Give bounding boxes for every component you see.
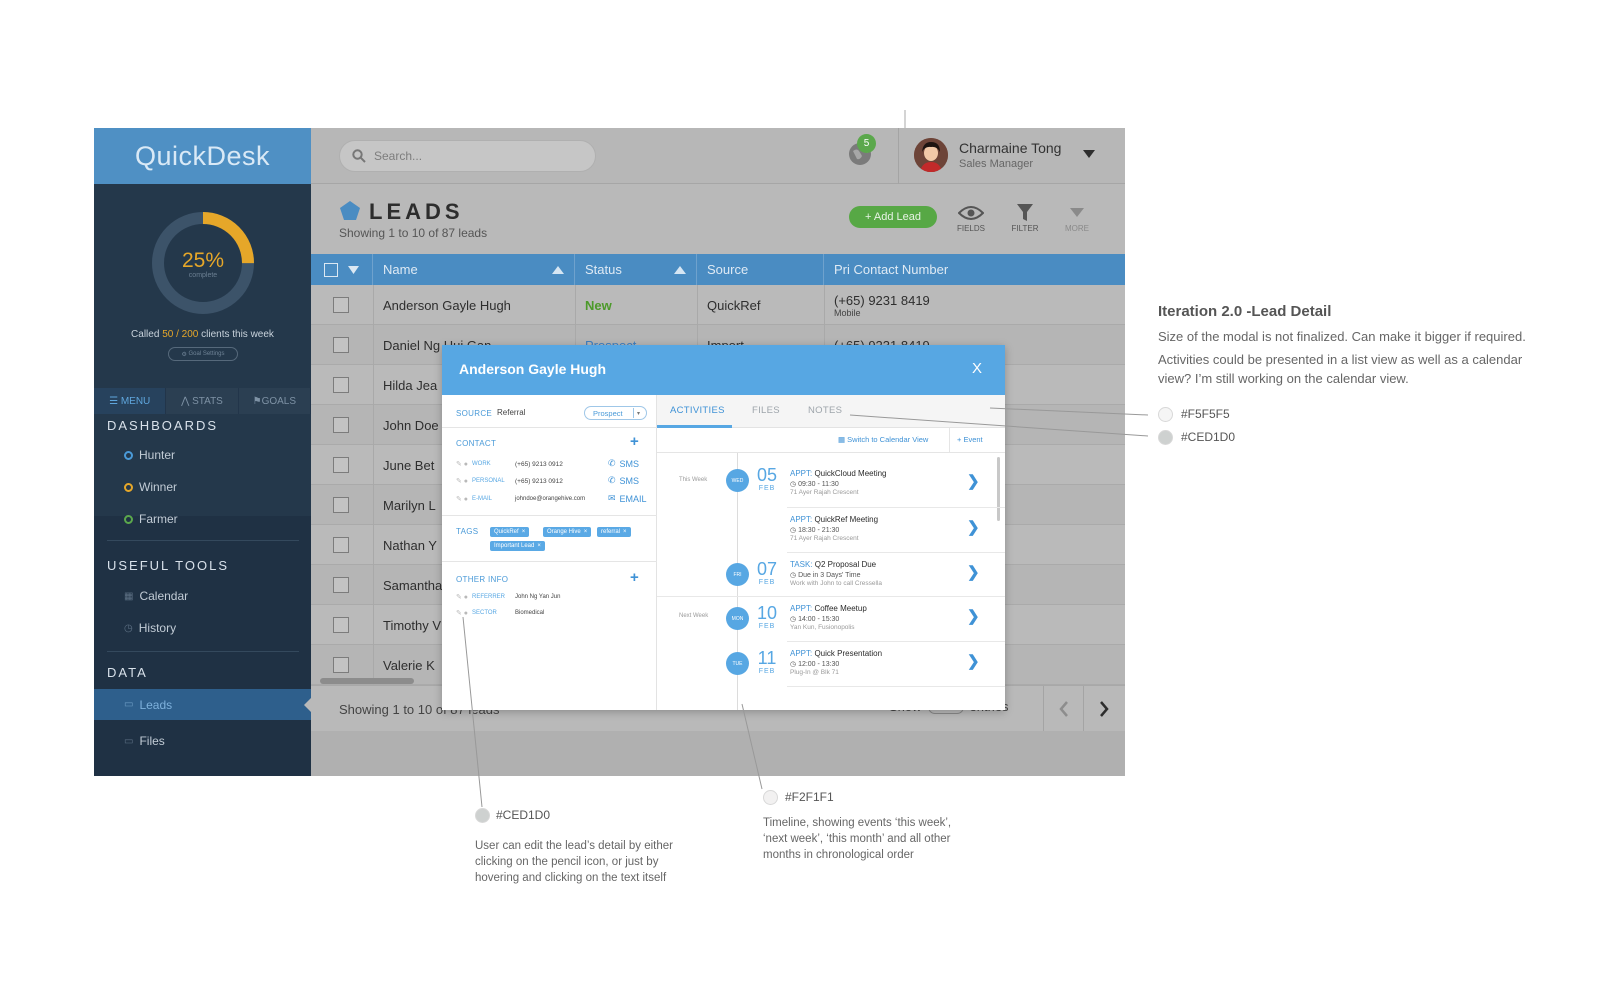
color-swatch bbox=[1158, 407, 1173, 422]
leader-line bbox=[462, 616, 483, 808]
leader-line bbox=[741, 703, 763, 790]
swatch-label: #CED1D0 bbox=[496, 808, 551, 822]
swatch-label: #F5F5F5 bbox=[1181, 407, 1230, 421]
annotation-text: view? I’m still working on the calendar … bbox=[1158, 371, 1409, 386]
color-swatch bbox=[475, 808, 490, 823]
color-swatch bbox=[1158, 430, 1173, 445]
annotation-note: User can edit the lead’s detail by eithe… bbox=[475, 840, 673, 852]
annotation-note: months in chronological order bbox=[763, 849, 914, 861]
leader-line bbox=[849, 414, 1149, 437]
annotation-note: clicking on the pencil icon, or just by bbox=[475, 856, 659, 868]
annotation-title: Iteration 2.0 -Lead Detail bbox=[1158, 303, 1332, 320]
annotation-text: Size of the modal is not finalized. Can … bbox=[1158, 329, 1526, 344]
annotation-note: hovering and clicking on the text itself bbox=[475, 872, 667, 884]
annotation-note: Timeline, showing events ‘this week’, bbox=[763, 817, 952, 829]
annotation-note: ‘next week’, ‘this month’ and all other bbox=[763, 833, 951, 845]
swatch-label: #F2F1F1 bbox=[785, 790, 834, 804]
leader-line bbox=[989, 407, 1149, 416]
swatch-label: #CED1D0 bbox=[1181, 430, 1236, 444]
annotation-text: Activities could be presented in a list … bbox=[1158, 352, 1523, 367]
color-swatch bbox=[763, 790, 778, 805]
